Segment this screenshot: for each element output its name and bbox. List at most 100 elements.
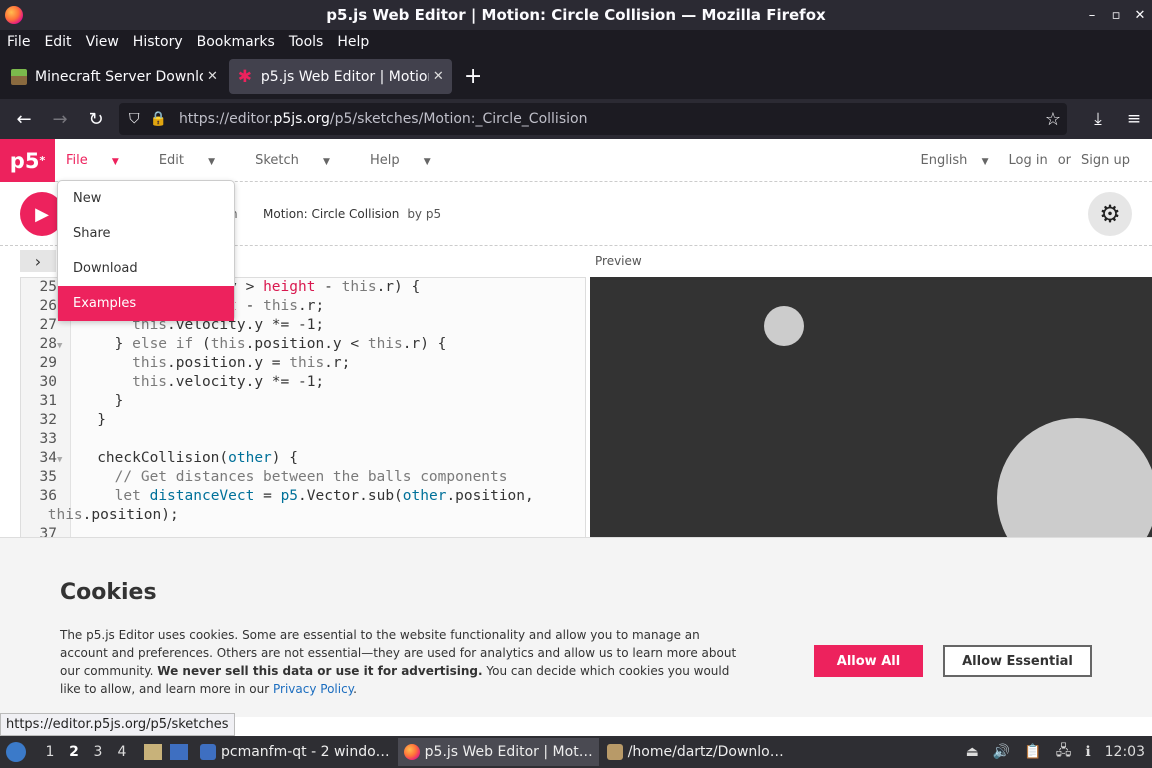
task-pcmanfm[interactable]: pcmanfm-qt - 2 windo…	[194, 738, 396, 766]
dropdown-item-download[interactable]: Download	[58, 251, 234, 286]
menu-tools[interactable]: Tools	[289, 34, 324, 50]
code-line[interactable]: 30 this.velocity.y *= -1;	[21, 373, 585, 392]
file-manager-launcher-icon[interactable]	[144, 744, 162, 760]
menu-view[interactable]: View	[86, 34, 119, 50]
code-text: } else if (this.position.y < this.r) {	[71, 336, 447, 352]
gear-icon: ⚙	[1099, 200, 1121, 228]
sketch-author: by p5	[407, 207, 442, 221]
allow-all-button[interactable]: Allow All	[814, 645, 923, 677]
menu-file[interactable]: File	[7, 34, 30, 50]
desktop-2[interactable]: 2	[62, 744, 86, 760]
caret-down-icon: ▼	[981, 157, 989, 167]
p5-star-icon: ✱	[237, 66, 253, 87]
code-line[interactable]: this.position);	[21, 506, 537, 525]
line-number: 26	[39, 298, 57, 314]
minimize-button[interactable]: –	[1080, 8, 1104, 23]
dropdown-item-new[interactable]: New	[58, 181, 234, 216]
sketch-title[interactable]: Motion: Circle Collision	[263, 207, 399, 221]
desktop-4[interactable]: 4	[110, 744, 134, 760]
line-number: 25	[39, 279, 57, 295]
close-tab-icon[interactable]: ✕	[433, 69, 444, 84]
hamburger-menu-icon[interactable]: ≡	[1116, 109, 1152, 129]
sketch-preview-canvas[interactable]	[590, 277, 1152, 539]
desktop-1[interactable]: 1	[38, 744, 62, 760]
line-number: 31	[39, 393, 57, 409]
p5-menu-help[interactable]: Help ▼	[370, 153, 451, 168]
desktop-taskbar: 1 2 3 4 pcmanfm-qt - 2 windo… p5.js Web …	[0, 736, 1152, 768]
navigation-bar: ← → ↻ ⛉ 🔒 https://editor.p5js.org/p5/ske…	[0, 99, 1152, 139]
p5-menu: File ▼ Edit ▼ Sketch ▼ Help ▼	[66, 139, 471, 182]
download-icon[interactable]: ⤓	[1080, 109, 1116, 129]
dropdown-item-share[interactable]: Share	[58, 216, 234, 251]
back-arrow-icon[interactable]: ←	[6, 109, 42, 130]
status-url-tooltip: https://editor.p5js.org/p5/sketches	[0, 713, 235, 736]
shield-icon[interactable]: ⛉	[129, 111, 140, 127]
caret-down-icon: ▼	[208, 157, 216, 167]
tab-p5-editor[interactable]: ✱ p5.js Web Editor | Motion: Circle Coll…	[228, 59, 452, 94]
cookie-text: The p5.js Editor uses cookies. Some are …	[60, 628, 737, 696]
notification-icon[interactable]: ℹ	[1085, 744, 1090, 760]
code-line[interactable]: 28▼ } else if (this.position.y < this.r)…	[21, 335, 585, 354]
url-bar[interactable]: ⛉ 🔒 https://editor.p5js.org/p5/sketches/…	[119, 103, 1067, 135]
close-tab-icon[interactable]: ✕	[207, 69, 218, 84]
window-controls: – ▫ ✕	[1080, 0, 1152, 30]
language-select[interactable]: English ▼	[910, 153, 988, 168]
network-icon[interactable]: 🖧	[1056, 740, 1072, 764]
menu-edit[interactable]: Edit	[44, 34, 71, 50]
forward-arrow-icon[interactable]: →	[42, 109, 78, 130]
code-text: this.velocity.y *= -1;	[132, 374, 325, 390]
volume-icon[interactable]: 🔊	[993, 744, 1010, 760]
task-firefox[interactable]: p5.js Web Editor | Mot…	[397, 738, 599, 766]
window-titlebar: p5.js Web Editor | Motion: Circle Collis…	[0, 0, 1152, 30]
menu-help[interactable]: Help	[337, 34, 369, 50]
code-line[interactable]: 29 this.position.y = this.r;	[21, 354, 585, 373]
privacy-policy-link[interactable]: Privacy Policy	[273, 682, 353, 696]
settings-button[interactable]: ⚙	[1088, 192, 1132, 236]
file-dropdown-menu: New Share Download Examples	[57, 180, 235, 321]
allow-essential-button[interactable]: Allow Essential	[943, 645, 1092, 677]
sidebar-toggle-button[interactable]: ›	[20, 250, 56, 272]
small-ball	[764, 306, 804, 346]
maximize-button[interactable]: ▫	[1104, 8, 1128, 23]
p5-menu-file[interactable]: File ▼	[66, 153, 139, 168]
start-menu-icon[interactable]	[6, 742, 26, 762]
p5-menu-sketch[interactable]: Sketch ▼	[255, 153, 350, 168]
clipboard-icon[interactable]: 📋	[1024, 744, 1041, 760]
or-text: or	[1057, 153, 1072, 168]
dropdown-item-examples[interactable]: Examples	[58, 286, 234, 321]
task-downloads[interactable]: /home/dartz/Downlo…	[601, 738, 790, 766]
line-number: 34	[39, 450, 57, 466]
code-line[interactable]: 36 let distanceVect = p5.Vector.sub(othe…	[21, 487, 585, 506]
reload-icon[interactable]: ↻	[78, 109, 114, 130]
close-window-button[interactable]: ✕	[1128, 8, 1152, 23]
code-text: }	[71, 412, 106, 428]
code-line[interactable]: 32 }	[21, 411, 585, 430]
cookie-banner: Cookies The p5.js Editor uses cookies. S…	[0, 537, 1152, 717]
lock-icon[interactable]: 🔒	[150, 111, 167, 127]
line-number: 30	[39, 374, 57, 390]
desktop-3[interactable]: 3	[86, 744, 110, 760]
play-icon: ▶	[35, 203, 49, 225]
p5-menu-edit[interactable]: Edit ▼	[159, 153, 235, 168]
menu-bookmarks[interactable]: Bookmarks	[197, 34, 275, 50]
p5-logo[interactable]: p5 *	[0, 139, 55, 182]
archive-icon	[606, 744, 623, 760]
code-line[interactable]: 33	[21, 430, 585, 449]
bookmark-star-icon[interactable]: ☆	[1045, 109, 1061, 130]
menu-history[interactable]: History	[133, 34, 183, 50]
system-tray: ⏏ 🔊 📋 🖧 ℹ 12:03	[959, 736, 1152, 768]
login-link[interactable]: Log in	[1009, 153, 1048, 168]
signup-link[interactable]: Sign up	[1081, 153, 1130, 168]
caret-down-icon: ▼	[111, 157, 119, 167]
line-number: 27	[39, 317, 57, 333]
code-text: // Get distances between the balls compo…	[114, 469, 508, 485]
url-text[interactable]: https://editor.p5js.org/p5/sketches/Moti…	[179, 111, 588, 127]
code-line[interactable]: 35 // Get distances between the balls co…	[21, 468, 585, 487]
clock[interactable]: 12:03	[1105, 744, 1145, 760]
code-line[interactable]: 31 }	[21, 392, 585, 411]
code-line[interactable]: 34▼ checkCollision(other) {	[21, 449, 585, 468]
new-tab-button[interactable]: +	[464, 64, 482, 89]
show-desktop-icon[interactable]	[170, 744, 188, 760]
tab-minecraft[interactable]: Minecraft Server Download ✕	[3, 59, 226, 94]
eject-icon[interactable]: ⏏	[966, 744, 979, 760]
